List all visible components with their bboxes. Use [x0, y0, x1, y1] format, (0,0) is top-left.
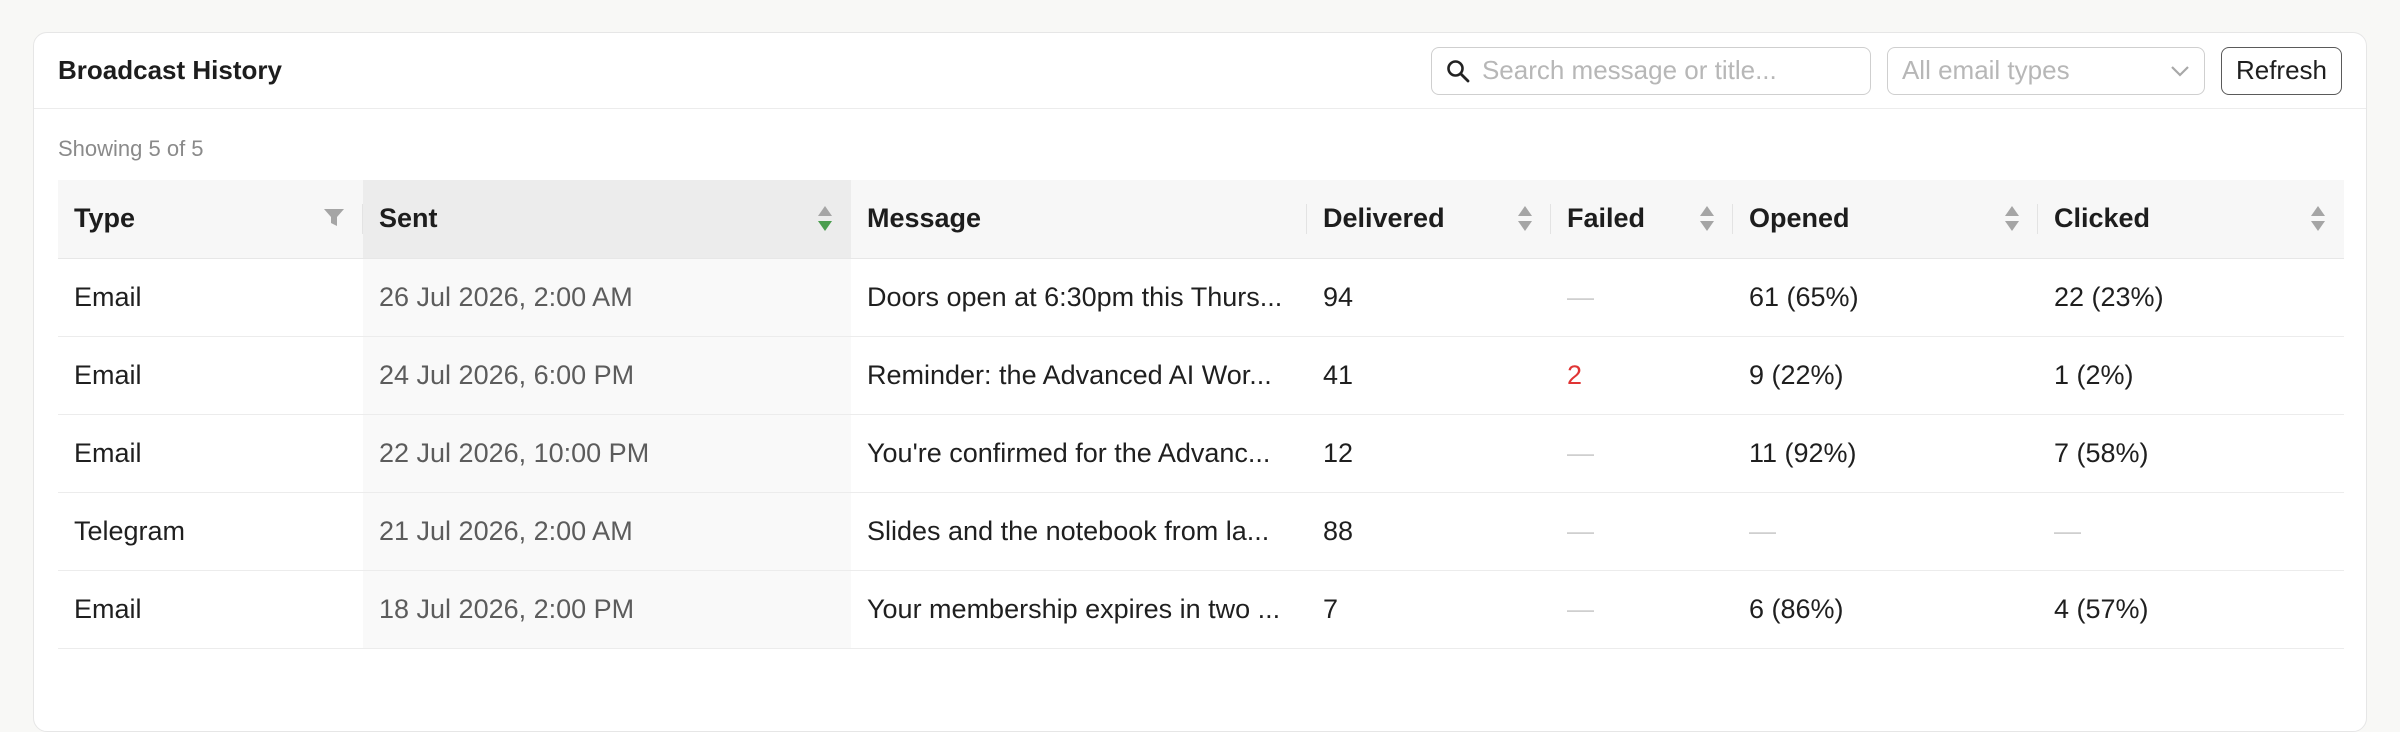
cell-opened: 6 (86%)	[1733, 570, 2038, 649]
card-title: Broadcast History	[58, 55, 282, 85]
cell-message: You're confirmed for the Advanc...	[851, 414, 1307, 493]
cell-type: Email	[58, 570, 363, 649]
col-header-sent[interactable]: Sent	[363, 180, 851, 259]
broadcast-table: Type Sent Message Delivered Failed Opene…	[58, 180, 2344, 649]
sort-icon[interactable]	[2310, 205, 2326, 233]
col-header-message: Message	[851, 180, 1307, 259]
cell-sent: 26 Jul 2026, 2:00 AM	[363, 258, 851, 337]
cell-type: Email	[58, 336, 363, 415]
sort-icon[interactable]	[817, 205, 833, 233]
col-header-failed-label: Failed	[1567, 203, 1646, 234]
cell-message: Your membership expires in two ...	[851, 570, 1307, 649]
col-header-delivered[interactable]: Delivered	[1307, 180, 1551, 259]
cell-failed: —	[1551, 414, 1733, 493]
broadcast-history-card: Broadcast History All email types Refres…	[33, 32, 2367, 732]
cell-message: Doors open at 6:30pm this Thurs...	[851, 258, 1307, 337]
cell-clicked: 4 (57%)	[2038, 570, 2344, 649]
search-icon	[1447, 59, 1470, 82]
sort-icon[interactable]	[1699, 205, 1715, 233]
table-row[interactable]: Email 24 Jul 2026, 6:00 PM Reminder: the…	[58, 336, 2344, 415]
cell-opened: —	[1733, 492, 2038, 571]
cell-opened: 9 (22%)	[1733, 336, 2038, 415]
cell-delivered: 94	[1307, 258, 1551, 337]
cell-type: Email	[58, 414, 363, 493]
cell-sent: 21 Jul 2026, 2:00 AM	[363, 492, 851, 571]
results-count: Showing 5 of 5	[58, 136, 204, 161]
col-header-opened-label: Opened	[1749, 203, 1850, 234]
col-header-clicked-label: Clicked	[2054, 203, 2151, 234]
cell-clicked: 1 (2%)	[2038, 336, 2344, 415]
col-header-sent-label: Sent	[379, 203, 438, 234]
cell-message: Slides and the notebook from la...	[851, 492, 1307, 571]
sort-icon[interactable]	[1517, 205, 1533, 233]
cell-type: Telegram	[58, 492, 363, 571]
table-row[interactable]: Email 22 Jul 2026, 10:00 PM You're confi…	[58, 414, 2344, 493]
cell-sent: 18 Jul 2026, 2:00 PM	[363, 570, 851, 649]
filter-icon[interactable]	[323, 208, 345, 228]
col-header-clicked[interactable]: Clicked	[2038, 180, 2344, 259]
cell-failed: —	[1551, 258, 1733, 337]
cell-delivered: 7	[1307, 570, 1551, 649]
cell-clicked: —	[2038, 492, 2344, 571]
table-header-row: Type Sent Message Delivered Failed Opene…	[58, 180, 2344, 259]
email-type-select-value: All email types	[1901, 55, 2070, 85]
col-header-message-label: Message	[867, 203, 982, 234]
table-row[interactable]: Email 18 Jul 2026, 2:00 PM Your membersh…	[58, 570, 2344, 649]
cell-failed: —	[1551, 570, 1733, 649]
cell-delivered: 88	[1307, 492, 1551, 571]
cell-clicked: 7 (58%)	[2038, 414, 2344, 493]
col-header-opened[interactable]: Opened	[1733, 180, 2038, 259]
col-header-failed[interactable]: Failed	[1551, 180, 1733, 259]
cell-delivered: 41	[1307, 336, 1551, 415]
cell-opened: 61 (65%)	[1733, 258, 2038, 337]
col-header-delivered-label: Delivered	[1323, 203, 1445, 234]
cell-delivered: 12	[1307, 414, 1551, 493]
card-header: Broadcast History All email types Refres…	[34, 33, 2366, 109]
cell-failed: —	[1551, 492, 1733, 571]
refresh-button[interactable]: Refresh	[2220, 46, 2342, 95]
search-input[interactable]	[1481, 55, 1856, 86]
cell-opened: 11 (92%)	[1733, 414, 2038, 493]
cell-clicked: 22 (23%)	[2038, 258, 2344, 337]
chevron-down-icon	[2171, 65, 2189, 77]
cell-failed: 2	[1551, 336, 1733, 415]
col-header-type[interactable]: Type	[58, 180, 363, 259]
search-box[interactable]	[1430, 46, 1871, 95]
table-row[interactable]: Email 26 Jul 2026, 2:00 AM Doors open at…	[58, 258, 2344, 337]
sort-icon[interactable]	[2004, 205, 2020, 233]
cell-sent: 24 Jul 2026, 6:00 PM	[363, 336, 851, 415]
cell-sent: 22 Jul 2026, 10:00 PM	[363, 414, 851, 493]
cell-type: Email	[58, 258, 363, 337]
email-type-select[interactable]: All email types	[1886, 46, 2205, 95]
col-header-type-label: Type	[74, 203, 136, 234]
cell-message: Reminder: the Advanced AI Wor...	[851, 336, 1307, 415]
table-row[interactable]: Telegram 21 Jul 2026, 2:00 AM Slides and…	[58, 492, 2344, 571]
